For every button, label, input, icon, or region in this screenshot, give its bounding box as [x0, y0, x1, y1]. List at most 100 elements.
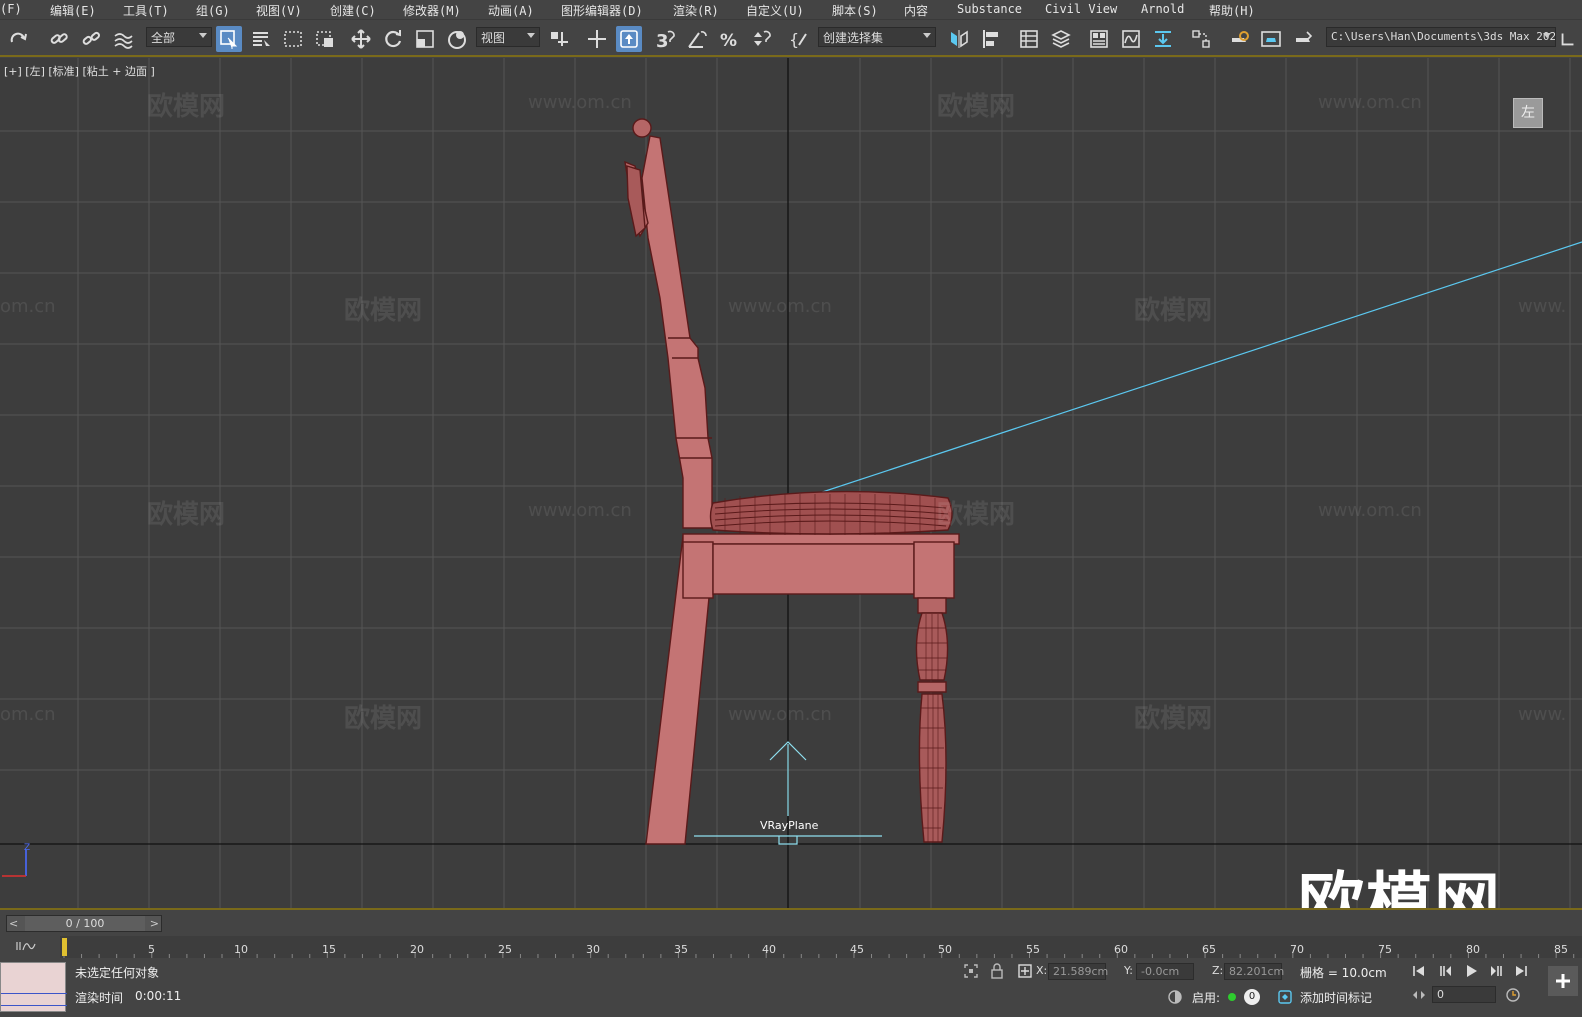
- watermark-partial: om.cn: [0, 296, 56, 317]
- maxscript-listener-mini[interactable]: [0, 962, 67, 1012]
- schematic-view-icon[interactable]: [1150, 26, 1176, 52]
- svg-text:{: {: [789, 30, 799, 49]
- grid: [0, 58, 1582, 908]
- move-icon[interactable]: [348, 26, 374, 52]
- material-editor-icon[interactable]: [1188, 26, 1214, 52]
- keyboard-shortcut-override-icon[interactable]: [616, 26, 642, 52]
- link-icon[interactable]: [46, 26, 72, 52]
- menu-customize[interactable]: 自定义(U): [746, 2, 804, 19]
- time-slider-next[interactable]: >: [150, 917, 159, 930]
- lock-selection-icon[interactable]: [988, 962, 1006, 980]
- menu-file[interactable]: (F): [0, 2, 22, 16]
- menu-rendering[interactable]: 渲染(R): [673, 2, 719, 19]
- unlink-icon[interactable]: [78, 26, 104, 52]
- viewport-left[interactable]: Z [+] [左] [标准] [粘土 + 边面 ] 欧模网 www.om.cn …: [0, 58, 1582, 908]
- watermark-url: www.om.cn: [528, 500, 632, 521]
- x-coord-field[interactable]: 21.589cm: [1048, 963, 1108, 980]
- go-to-end-icon[interactable]: [1512, 962, 1530, 980]
- percent-snap-icon[interactable]: %: [716, 26, 742, 52]
- axis-tripod: Z: [2, 843, 30, 877]
- menu-edit[interactable]: 编辑(E): [50, 2, 96, 19]
- redo-icon[interactable]: [6, 26, 32, 52]
- rotate-icon[interactable]: [380, 26, 406, 52]
- tick-label: 40: [762, 943, 776, 956]
- menu-modifiers[interactable]: 修改器(M): [403, 2, 461, 19]
- isolate-selection-icon[interactable]: [962, 962, 980, 980]
- project-folder-icon[interactable]: [1558, 26, 1578, 52]
- mini-curve-editor-icon[interactable]: [16, 940, 36, 955]
- named-selection-set-select[interactable]: 创建选择集: [818, 27, 936, 47]
- angle-snap-icon[interactable]: [684, 26, 710, 52]
- time-slider-knob[interactable]: 0 / 100: [25, 916, 145, 931]
- edit-named-selection-icon[interactable]: {: [786, 26, 812, 52]
- menu-substance[interactable]: Substance: [957, 2, 1022, 16]
- scale-icon[interactable]: [412, 26, 438, 52]
- snap-toggle-icon[interactable]: 3: [652, 26, 678, 52]
- adaptive-degradation-icon[interactable]: [1166, 988, 1184, 1006]
- mirror-icon[interactable]: [946, 26, 972, 52]
- viewcube[interactable]: 左: [1513, 98, 1543, 128]
- menu-content[interactable]: 内容: [904, 2, 928, 19]
- place-icon[interactable]: [444, 26, 470, 52]
- time-slider-prev[interactable]: <: [9, 917, 18, 930]
- curve-editor-icon[interactable]: [1118, 26, 1144, 52]
- reference-coord-select[interactable]: 视图: [476, 27, 540, 47]
- menu-tools[interactable]: 工具(T): [123, 2, 169, 19]
- enable-label: 启用:: [1192, 991, 1221, 1005]
- menu-scripting[interactable]: 脚本(S): [832, 2, 878, 19]
- menu-animation[interactable]: 动画(A): [488, 2, 534, 19]
- viewport-label[interactable]: [+] [左] [标准] [粘土 + 边面 ]: [4, 63, 155, 79]
- tick-label: 5: [148, 943, 155, 956]
- chevron-down-icon: [923, 33, 931, 38]
- menu-arnold[interactable]: Arnold: [1141, 2, 1184, 16]
- time-config-icon[interactable]: [1504, 986, 1522, 1004]
- ribbon-toggle-icon[interactable]: [1086, 26, 1112, 52]
- svg-text:%: %: [720, 31, 737, 50]
- menu-help[interactable]: 帮助(H): [1209, 2, 1255, 19]
- prev-frame-icon[interactable]: [1436, 962, 1454, 980]
- watermark-logo: 欧模网: [1298, 865, 1502, 908]
- align-icon[interactable]: [978, 26, 1004, 52]
- bind-spacewarp-icon[interactable]: [110, 26, 136, 52]
- go-to-start-icon[interactable]: [1410, 962, 1428, 980]
- z-coord-field[interactable]: 82.201cm: [1224, 963, 1284, 980]
- menu-civil-view[interactable]: Civil View: [1045, 2, 1117, 16]
- rect-selection-region-icon[interactable]: [280, 26, 306, 52]
- project-path-value: C:\Users\Han\Documents\3ds Max 2022: [1331, 30, 1556, 43]
- render-setup-icon[interactable]: [1226, 26, 1252, 52]
- selection-filter-select[interactable]: 全部: [146, 27, 212, 47]
- time-slider[interactable]: < 0 / 100 >: [6, 915, 162, 932]
- project-path-select[interactable]: C:\Users\Han\Documents\3ds Max 2022: [1326, 27, 1556, 47]
- timeline: < 0 / 100 > 5 10 15 20 25 30 35 40 45 50…: [0, 908, 1582, 960]
- menu-graph-editors[interactable]: 图形编辑器(D): [561, 2, 643, 19]
- menu-bar: (F) 编辑(E) 工具(T) 组(G) 视图(V) 创建(C) 修改器(M) …: [0, 0, 1582, 20]
- x-label: X:: [1036, 964, 1048, 977]
- play-icon[interactable]: [1462, 962, 1480, 980]
- menu-create[interactable]: 创建(C): [330, 2, 376, 19]
- absolute-mode-icon[interactable]: [1016, 962, 1034, 980]
- watermark-text: 欧模网: [1134, 296, 1213, 326]
- watermark-partial-right: www.: [1518, 704, 1567, 725]
- track-bar[interactable]: 5 10 15 20 25 30 35 40 45 50 55 60 65 70…: [60, 936, 1582, 960]
- layer-explorer-icon[interactable]: [1048, 26, 1074, 52]
- pivot-center-icon[interactable]: [546, 26, 572, 52]
- select-by-name-icon[interactable]: [248, 26, 274, 52]
- menu-group[interactable]: 组(G): [196, 2, 230, 19]
- menu-views[interactable]: 视图(V): [256, 2, 302, 19]
- scene-explorer-icon[interactable]: [1016, 26, 1042, 52]
- render-production-icon[interactable]: [1290, 26, 1316, 52]
- next-frame-icon[interactable]: [1488, 962, 1506, 980]
- add-time-tag[interactable]: 添加时间标记: [1300, 989, 1372, 1006]
- y-coord-field[interactable]: -0.0cm: [1136, 963, 1194, 980]
- spinner-snap-icon[interactable]: [748, 26, 774, 52]
- status-bar: 未选定任何对象 渲染时间 0:00:11 X: 21.589cm Y: -0.0…: [0, 958, 1582, 1017]
- select-object-icon[interactable]: [216, 26, 242, 52]
- key-mode-icon[interactable]: [1410, 986, 1428, 1004]
- render-time-value: 0:00:11: [135, 989, 182, 1003]
- rendered-frame-window-icon[interactable]: [1258, 26, 1284, 52]
- select-manipulate-icon[interactable]: [584, 26, 610, 52]
- add-icon[interactable]: [1548, 966, 1578, 996]
- current-frame-field[interactable]: 0: [1432, 986, 1496, 1003]
- time-tag-icon[interactable]: [1276, 988, 1294, 1006]
- window-crossing-icon[interactable]: [312, 26, 338, 52]
